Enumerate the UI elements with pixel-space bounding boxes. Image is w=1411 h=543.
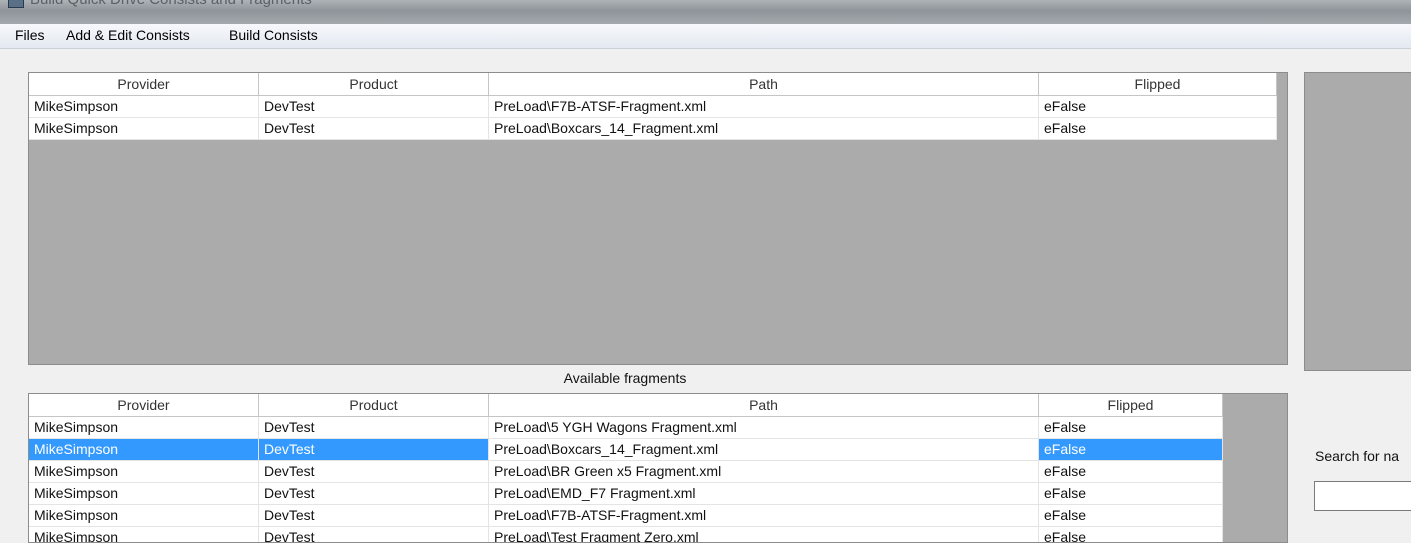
cell-provider: MikeSimpson — [29, 527, 259, 542]
cell-path: PreLoad\Boxcars_14_Fragment.xml — [489, 118, 1039, 140]
table-row-selected[interactable]: MikeSimpson DevTest PreLoad\Boxcars_14_F… — [29, 439, 1223, 461]
cell-provider: MikeSimpson — [29, 96, 259, 118]
cell-provider: MikeSimpson — [29, 483, 259, 505]
menu-files[interactable]: Files — [15, 27, 45, 43]
cell-path: PreLoad\5 YGH Wagons Fragment.xml — [489, 417, 1039, 439]
table-row[interactable]: MikeSimpson DevTest PreLoad\EMD_F7 Fragm… — [29, 483, 1223, 505]
cell-product: DevTest — [259, 505, 489, 527]
title-bar: Build Quick Drive Consists and Fragments — [0, 0, 1411, 24]
cell-product: DevTest — [259, 461, 489, 483]
cell-path: PreLoad\F7B-ATSF-Fragment.xml — [489, 505, 1039, 527]
table-row[interactable]: MikeSimpson DevTest PreLoad\F7B-ATSF-Fra… — [29, 505, 1223, 527]
cell-path: PreLoad\Test Fragment Zero.xml — [489, 527, 1039, 542]
menu-build-consists[interactable]: Build Consists — [229, 27, 318, 43]
cell-flipped: eFalse — [1039, 483, 1223, 505]
available-fragments-label: Available fragments — [563, 370, 687, 386]
available-fragments-grid[interactable]: Provider Product Path Flipped MikeSimpso… — [28, 393, 1288, 543]
column-header-flipped[interactable]: Flipped — [1039, 394, 1223, 417]
cell-product: DevTest — [259, 439, 489, 461]
column-header-path[interactable]: Path — [489, 394, 1039, 417]
cell-flipped: eFalse — [1039, 505, 1223, 527]
consist-grid-header: Provider Product Path Flipped — [29, 73, 1277, 96]
search-label: Search for na — [1315, 448, 1400, 464]
column-header-product[interactable]: Product — [259, 73, 489, 96]
window-title: Build Quick Drive Consists and Fragments — [30, 0, 312, 8]
cell-path: PreLoad\EMD_F7 Fragment.xml — [489, 483, 1039, 505]
cell-provider: MikeSimpson — [29, 505, 259, 527]
cell-flipped: eFalse — [1039, 439, 1223, 461]
cell-provider: MikeSimpson — [29, 118, 259, 140]
cell-path: PreLoad\Boxcars_14_Fragment.xml — [489, 439, 1039, 461]
app-icon — [8, 0, 24, 8]
menu-bar: Files Add & Edit Consists Build Consists — [0, 24, 1411, 49]
cell-flipped: eFalse — [1039, 527, 1223, 542]
cell-product: DevTest — [259, 527, 489, 542]
cell-provider: MikeSimpson — [29, 417, 259, 439]
preview-panel — [1304, 72, 1411, 371]
available-grid-header: Provider Product Path Flipped — [29, 394, 1223, 417]
column-header-path[interactable]: Path — [489, 73, 1039, 96]
cell-flipped: eFalse — [1039, 96, 1277, 118]
column-header-flipped[interactable]: Flipped — [1039, 73, 1277, 96]
cell-product: DevTest — [259, 96, 489, 118]
table-row[interactable]: MikeSimpson DevTest PreLoad\BR Green x5 … — [29, 461, 1223, 483]
column-header-provider[interactable]: Provider — [29, 73, 259, 96]
search-input[interactable] — [1314, 481, 1411, 511]
table-row[interactable]: MikeSimpson DevTest PreLoad\F7B-ATSF-Fra… — [29, 96, 1277, 118]
cell-flipped: eFalse — [1039, 118, 1277, 140]
consist-fragments-grid[interactable]: Provider Product Path Flipped MikeSimpso… — [28, 72, 1288, 365]
menu-add-edit-consists[interactable]: Add & Edit Consists — [66, 27, 190, 43]
column-header-product[interactable]: Product — [259, 394, 489, 417]
cell-flipped: eFalse — [1039, 417, 1223, 439]
cell-product: DevTest — [259, 118, 489, 140]
table-row[interactable]: MikeSimpson DevTest PreLoad\Test Fragmen… — [29, 527, 1223, 542]
cell-product: DevTest — [259, 417, 489, 439]
cell-path: PreLoad\BR Green x5 Fragment.xml — [489, 461, 1039, 483]
cell-flipped: eFalse — [1039, 461, 1223, 483]
table-row[interactable]: MikeSimpson DevTest PreLoad\5 YGH Wagons… — [29, 417, 1223, 439]
table-row[interactable]: MikeSimpson DevTest PreLoad\Boxcars_14_F… — [29, 118, 1277, 140]
cell-provider: MikeSimpson — [29, 461, 259, 483]
column-header-provider[interactable]: Provider — [29, 394, 259, 417]
cell-provider: MikeSimpson — [29, 439, 259, 461]
cell-path: PreLoad\F7B-ATSF-Fragment.xml — [489, 96, 1039, 118]
cell-product: DevTest — [259, 483, 489, 505]
